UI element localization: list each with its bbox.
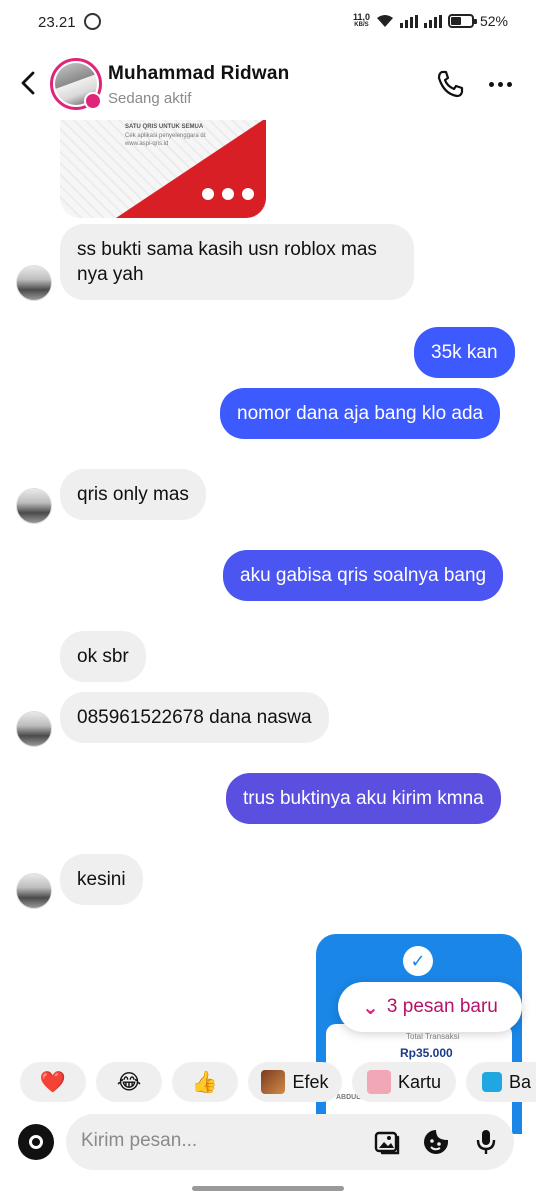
phone-call-icon[interactable] bbox=[434, 68, 466, 100]
laugh-reaction-button[interactable]: 😂 bbox=[96, 1062, 162, 1102]
message-bubble-incoming[interactable]: qris only mas bbox=[60, 469, 206, 520]
check-icon: ✓ bbox=[403, 946, 433, 976]
effects-label: Efek bbox=[292, 1071, 329, 1092]
network-speed-value: 11,0 bbox=[352, 12, 370, 22]
clock: 23.21 bbox=[38, 14, 76, 31]
effects-button[interactable]: Efek bbox=[248, 1062, 342, 1102]
sender-avatar[interactable] bbox=[16, 265, 52, 301]
signal-icon-2 bbox=[423, 14, 442, 28]
home-indicator bbox=[192, 1186, 344, 1191]
new-messages-button[interactable]: ⌄ 3 pesan baru bbox=[338, 982, 522, 1032]
contact-avatar[interactable] bbox=[50, 58, 102, 110]
cards-label: Kartu bbox=[397, 1071, 442, 1092]
thumbs-up-reaction-button[interactable]: 👍 bbox=[172, 1062, 238, 1102]
signal-icon bbox=[399, 14, 418, 28]
status-icons: 11,0 KB/S 52% bbox=[353, 13, 508, 30]
double-chevron-down-icon: ⌄ bbox=[362, 996, 379, 1019]
message-bubble-incoming[interactable]: ss bukti sama kasih usn roblox mas nya y… bbox=[60, 224, 414, 300]
battery-icon bbox=[447, 14, 477, 28]
contact-status: Sedang aktif bbox=[108, 90, 192, 107]
message-input[interactable]: Kirim pesan... bbox=[66, 1114, 514, 1170]
microphone-icon[interactable] bbox=[471, 1127, 501, 1157]
sender-avatar[interactable] bbox=[16, 711, 52, 747]
battery-percent: 52% bbox=[479, 13, 508, 29]
contact-name[interactable]: Muhammad Ridwan bbox=[108, 63, 289, 85]
back-arrow-icon[interactable] bbox=[14, 68, 44, 98]
status-bar: 23.21 11,0 KB/S 52% bbox=[0, 0, 536, 46]
heart-icon: ❤️ bbox=[39, 1070, 67, 1094]
share-button[interactable]: Ba bbox=[466, 1062, 536, 1102]
sticker-icon[interactable] bbox=[421, 1127, 451, 1157]
camera-icon[interactable] bbox=[18, 1124, 54, 1160]
message-input-placeholder: Kirim pesan... bbox=[81, 1130, 198, 1151]
receipt-amount: Rp35.000 bbox=[400, 1046, 453, 1060]
message-bubble-outgoing[interactable]: nomor dana aja bang klo ada bbox=[220, 388, 501, 439]
effects-thumbnail-icon bbox=[261, 1070, 286, 1094]
gift-card-icon bbox=[366, 1070, 391, 1094]
sender-avatar[interactable] bbox=[16, 488, 52, 524]
more-options-icon[interactable] bbox=[484, 68, 516, 100]
active-badge-icon bbox=[84, 92, 102, 110]
whatsapp-notification-icon bbox=[84, 13, 101, 30]
thumbs-up-icon: 👍 bbox=[191, 1070, 219, 1094]
qris-logo-icon bbox=[202, 188, 214, 200]
message-bubble-incoming[interactable]: kesini bbox=[60, 854, 143, 905]
chat-header: Muhammad Ridwan Sedang aktif bbox=[0, 48, 536, 120]
shared-receipt-image[interactable]: ✓ Total Transaksi Rp35.000 ABDUL HAKIM H… bbox=[316, 934, 522, 1134]
new-messages-label: 3 pesan baru bbox=[386, 996, 498, 1017]
receipt-label: Total Transaksi bbox=[406, 1032, 460, 1041]
share-label: Ba bbox=[509, 1071, 532, 1092]
message-composer: Kirim pesan... bbox=[14, 1114, 520, 1170]
message-bubble-outgoing[interactable]: 35k kan bbox=[414, 327, 515, 378]
qris-logo-icon bbox=[242, 188, 254, 200]
cards-button[interactable]: Kartu bbox=[352, 1062, 456, 1102]
play-icon bbox=[482, 1072, 502, 1092]
gallery-icon[interactable] bbox=[372, 1127, 402, 1157]
wifi-icon bbox=[376, 15, 393, 27]
message-bubble-outgoing[interactable]: aku gabisa qris soalnya bang bbox=[223, 550, 504, 601]
laughing-face-icon: 😂 bbox=[116, 1070, 142, 1094]
message-bubble-incoming[interactable]: ok sbr bbox=[60, 631, 146, 682]
network-speed-unit: KB/S bbox=[354, 22, 369, 28]
network-speed: 11,0 KB/S bbox=[353, 13, 370, 29]
sender-avatar[interactable] bbox=[16, 873, 52, 909]
quick-reply-bar: ❤️ 😂 👍 Efek Kartu Ba bbox=[0, 1062, 536, 1102]
message-bubble-incoming[interactable]: 085961522678 dana naswa bbox=[60, 692, 329, 743]
heart-reaction-button[interactable]: ❤️ bbox=[20, 1062, 86, 1102]
qris-red-corner bbox=[116, 118, 266, 218]
qris-logo-icon bbox=[222, 188, 234, 200]
message-bubble-outgoing[interactable]: trus buktinya aku kirim kmna bbox=[226, 773, 501, 824]
